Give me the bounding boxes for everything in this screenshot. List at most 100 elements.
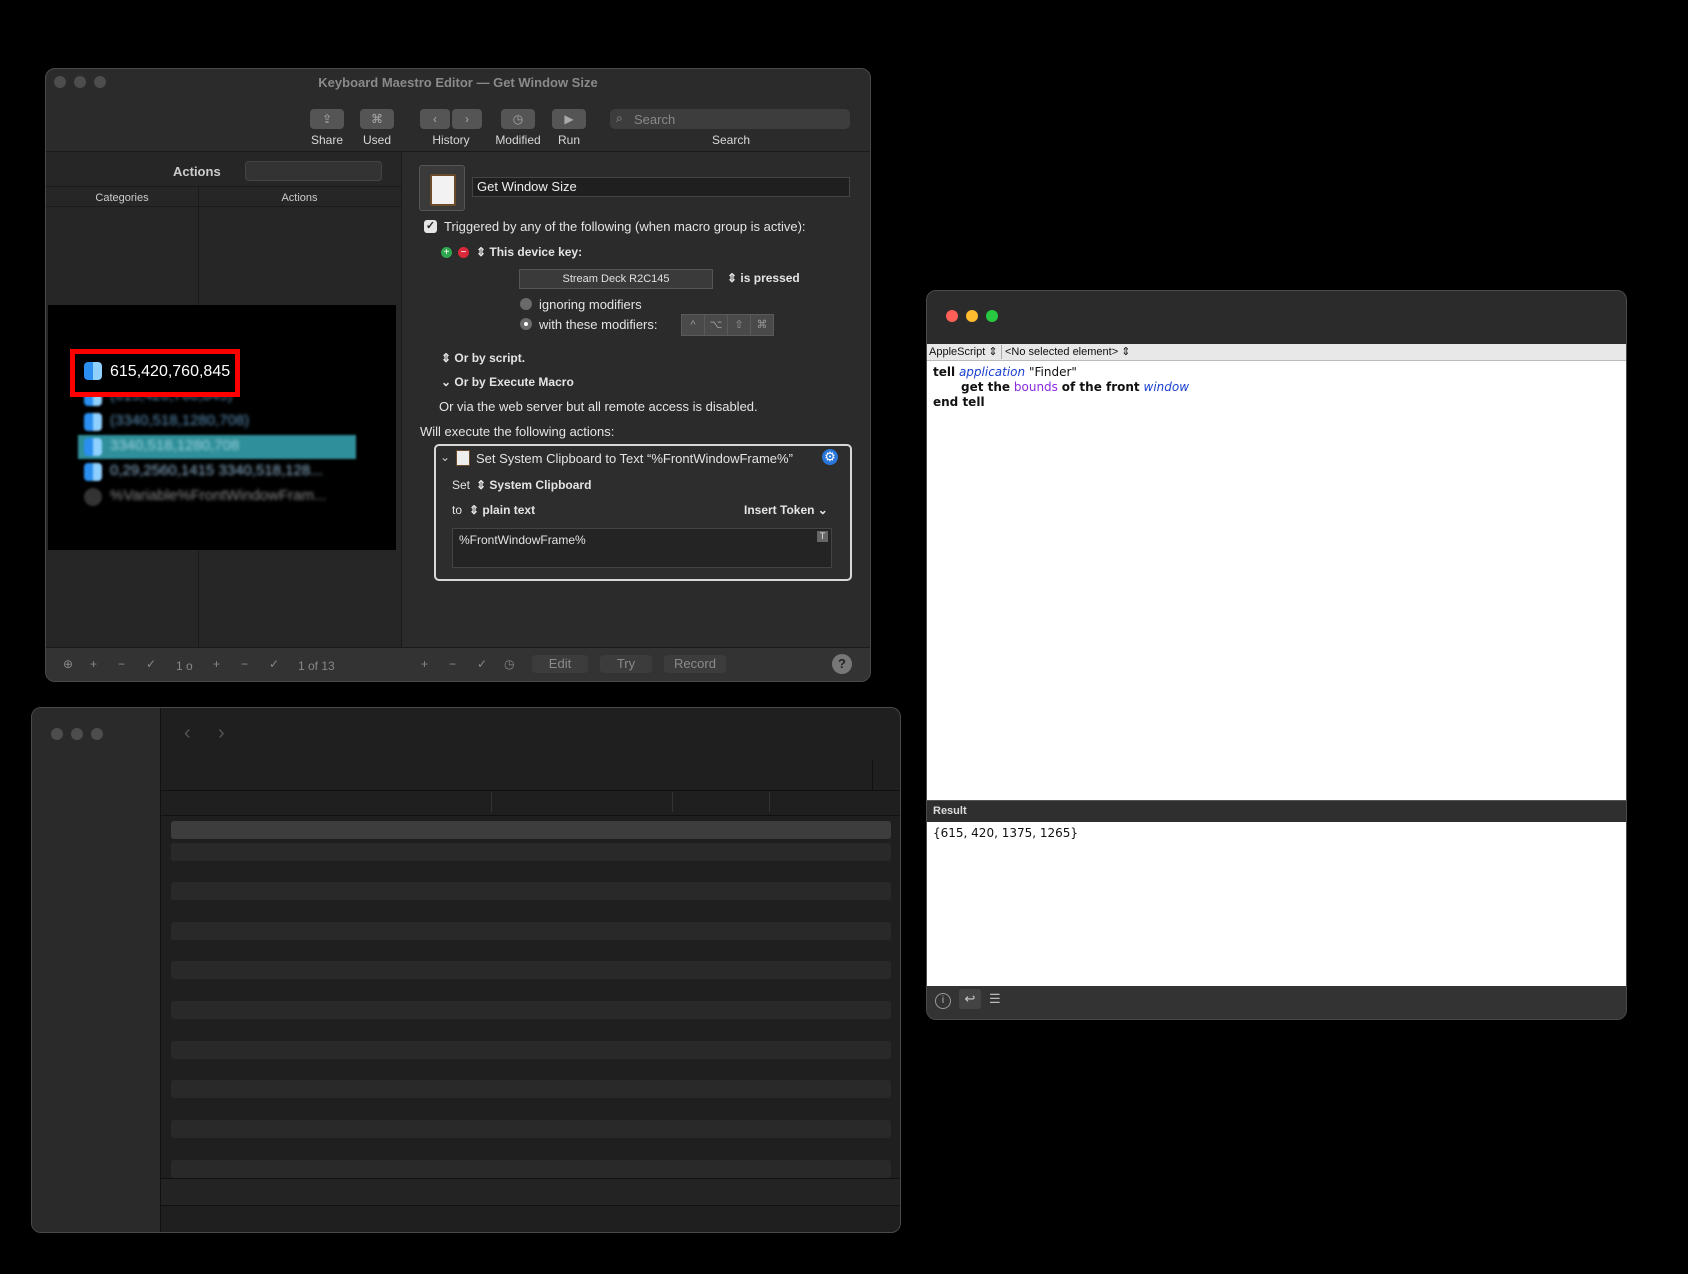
try-button[interactable]: Try [600,655,652,673]
stepper-icon: ⇕ [727,271,741,285]
close-button[interactable] [51,728,63,740]
clipboard-select[interactable]: ⇕ System Clipboard [476,478,591,492]
script-editor-text-area[interactable]: tell application "Finder" get the bounds… [927,361,1626,800]
finder-icon [84,438,102,456]
add-action-button[interactable]: + [421,657,428,671]
back-icon[interactable]: ‹ [184,722,191,745]
remove-group-button[interactable]: − [118,657,125,671]
list-item[interactable] [171,1080,891,1098]
stepper-icon: ⇕ [441,351,455,365]
clipboard-row[interactable]: (3340,518,1280,708) [110,412,249,429]
add-group-button[interactable]: + [90,657,97,671]
categories-column-header[interactable]: Categories [46,192,198,204]
result-label: Result [933,805,967,817]
close-button[interactable] [946,310,958,322]
actions-column-header[interactable]: Actions [198,192,401,204]
or-by-execute-macro[interactable]: ⌄ Or by Execute Macro [441,375,574,389]
chevron-down-icon[interactable]: ⌄ [440,450,450,464]
macro-name-field[interactable]: Get Window Size [472,177,850,197]
stepper-icon: ⇕ [985,346,998,358]
gear-icon[interactable]: ⚙ [822,449,838,465]
remove-trigger-icon[interactable]: − [458,247,469,258]
list-item[interactable] [171,821,891,839]
new-group-button[interactable]: ⊕ [63,657,73,671]
zoom-button[interactable] [986,310,998,322]
clipboard-row[interactable]: %Variable%FrontWindowFram... [110,487,326,504]
command-modifier[interactable]: ⌘ [750,314,774,336]
script-editor-window: AppleScript ⇕ <No selected element> ⇕ te… [926,290,1627,1020]
list-item[interactable] [171,1001,891,1019]
list-item[interactable] [171,922,891,940]
return-icon[interactable]: ↩ [959,989,981,1009]
shift-modifier[interactable]: ⇧ [727,314,751,336]
finder-window: ‹ › [31,707,901,1233]
ignoring-modifiers-radio[interactable] [520,298,532,310]
list-item[interactable] [171,843,891,861]
minimize-button[interactable] [71,728,83,740]
list-item[interactable] [171,1120,891,1138]
list-icon[interactable]: ☰ [989,991,1001,1007]
insert-token-menu[interactable]: Insert Token ⌄ [744,503,828,517]
remove-action-button[interactable]: − [449,657,456,671]
with-modifiers-radio[interactable] [520,318,532,330]
zoom-button[interactable] [91,728,103,740]
token-text-field[interactable]: %FrontWindowFrame% T [452,528,832,568]
add-trigger-icon[interactable]: + [441,247,452,258]
list-item[interactable] [171,1160,891,1178]
stepper-icon: ⇕ [476,245,490,259]
macro-icon[interactable] [419,165,465,211]
add-macro-button[interactable]: + [213,657,220,671]
remove-macro-button[interactable]: − [241,657,248,671]
language-select[interactable]: AppleScript ⇕ [929,345,998,358]
result-text-area[interactable]: {615, 420, 1375, 1265} [927,822,1626,986]
finder-icon [84,413,102,431]
list-item[interactable] [171,961,891,979]
modified-label: Modified [495,133,541,147]
enable-macro-button[interactable]: ✓ [269,657,279,671]
list-item[interactable] [171,882,891,900]
help-button[interactable]: ? [832,654,852,674]
enable-action-button[interactable]: ✓ [477,657,487,671]
actions-header: Actions [173,164,221,179]
control-modifier[interactable]: ^ [681,314,705,336]
action-box[interactable]: ⌄ Set System Clipboard to Text “%FrontWi… [434,444,852,581]
highlighted-clipboard-value[interactable]: 615,420,760,845 [110,363,230,381]
triggered-checkbox[interactable]: ✓ [424,220,437,233]
share-button[interactable]: ⇪ [310,109,344,129]
history-forward-button[interactable]: › [452,109,482,129]
device-key-label[interactable]: ⇕ This device key: [476,245,582,259]
stepper-icon: ⇕ [1118,346,1131,358]
device-key-field[interactable]: Stream Deck R2C145 [519,269,713,289]
text-format-select[interactable]: ⇕ plain text [469,503,535,517]
clipboard-row[interactable]: 3340,518,1280,708 [110,437,239,454]
finder-sidebar [32,708,161,1232]
finder-icon [84,463,102,481]
info-icon[interactable]: i [935,993,951,1009]
text-token-icon[interactable]: T [817,531,828,542]
search-field[interactable]: ⌕ Search [610,109,850,129]
enable-group-button[interactable]: ✓ [146,657,156,671]
edit-button[interactable]: Edit [532,655,588,673]
clipboard-row[interactable]: 0,29,2560,1415 3340,518,128... [110,462,323,479]
record-button[interactable]: Record [664,655,726,673]
is-pressed-select[interactable]: ⇕ is pressed [727,271,800,285]
modified-button[interactable]: ◷ [501,109,535,129]
clock-icon[interactable]: ◷ [504,657,514,671]
forward-icon[interactable]: › [218,722,225,745]
element-select[interactable]: <No selected element> ⇕ [1005,345,1130,358]
used-button[interactable]: ⌘ [360,109,394,129]
option-modifier[interactable]: ⌥ [704,314,728,336]
code-line-1: tell application "Finder" [933,365,1077,379]
code-line-3: end tell [933,395,985,409]
list-item[interactable] [171,1041,891,1059]
search-label: Search [711,133,751,147]
share-label: Share [310,133,344,147]
or-by-script[interactable]: ⇕ Or by script. [441,351,525,365]
group-count: 1 o [176,659,193,673]
minimize-button[interactable] [966,310,978,322]
run-button[interactable]: ▶ [552,109,586,129]
actions-filter-input[interactable] [245,161,382,181]
run-label: Run [557,133,580,147]
stepper-icon: ⇕ [476,478,490,492]
history-back-button[interactable]: ‹ [420,109,450,129]
